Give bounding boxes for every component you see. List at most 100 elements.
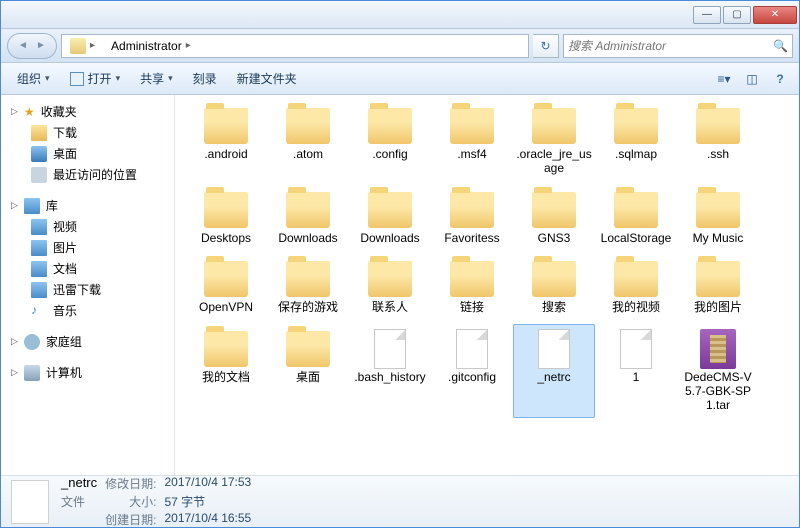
new-folder-button[interactable]: 新建文件夹 [229,66,305,91]
nav-back-forward[interactable]: ◄ ► [7,33,57,59]
address-bar[interactable]: ▸ Administrator ▸ [61,34,529,58]
file-item[interactable]: 1 [595,324,677,417]
file-item[interactable]: .atom [267,101,349,181]
file-item[interactable]: _netrc [513,324,595,417]
sidebar-item-downloads[interactable]: 下载 [1,122,174,143]
help-button[interactable]: ? [769,68,791,90]
organize-menu[interactable]: 组织▾ [9,66,58,91]
file-item[interactable]: OpenVPN [185,254,267,320]
folder-icon [696,192,740,228]
search-input[interactable] [568,39,773,53]
file-item[interactable]: Downloads [267,185,349,251]
nav-pane[interactable]: ▷★收藏夹 下载 桌面 最近访问的位置 ▷库 视频 图片 文档 迅雷下载 ♪音乐… [1,95,175,475]
recent-icon [31,167,47,183]
file-item[interactable]: .oracle_jre_usage [513,101,595,181]
close-button[interactable]: ✕ [753,6,797,24]
file-item-label: 桌面 [296,371,320,385]
file-item[interactable]: .sqlmap [595,101,677,181]
crumb-root[interactable]: ▸ [62,35,103,57]
folder-icon [450,261,494,297]
folder-icon [204,192,248,228]
file-icon [538,329,570,369]
sidebar-item-desktop[interactable]: 桌面 [1,143,174,164]
file-item[interactable]: 我的视频 [595,254,677,320]
file-icon [620,329,652,369]
archive-icon [700,329,736,369]
file-item-label: Desktops [201,232,251,246]
details-size-value: 57 字节 [164,493,251,510]
sidebar-favorites-header[interactable]: ▷★收藏夹 [1,101,174,122]
sidebar-item-recent[interactable]: 最近访问的位置 [1,164,174,185]
open-icon [70,72,84,86]
file-item[interactable]: .ssh [677,101,759,181]
file-item[interactable]: 我的文档 [185,324,267,417]
toolbar: 组织▾ 打开▾ 共享▾ 刻录 新建文件夹 ≡▾ ◫ ? [1,63,799,95]
file-item-label: 联系人 [372,301,408,315]
burn-button[interactable]: 刻录 [185,66,225,91]
maximize-button[interactable]: ▢ [723,6,751,24]
chevron-down-icon: ▾ [116,73,121,84]
star-icon: ★ [24,105,35,119]
file-item-label: .atom [293,148,323,162]
sidebar-computer-header[interactable]: ▷计算机 [1,362,174,383]
file-item-label: .gitconfig [448,371,496,385]
desktop-icon [31,146,47,162]
file-item[interactable]: LocalStorage [595,185,677,251]
user-folder-icon [70,38,86,54]
file-item-label: OpenVPN [199,301,253,315]
sidebar-item-videos[interactable]: 视频 [1,216,174,237]
file-item-label: _netrc [537,371,570,385]
file-item[interactable]: My Music [677,185,759,251]
file-item-label: Downloads [278,232,337,246]
back-icon: ◄ [18,40,28,51]
file-item[interactable]: Desktops [185,185,267,251]
sidebar-item-music[interactable]: ♪音乐 [1,300,174,321]
file-item[interactable]: DedeCMS-V5.7-GBK-SP1.tar [677,324,759,417]
folder-icon [204,261,248,297]
minimize-button[interactable]: — [693,6,721,24]
refresh-button[interactable]: ↻ [533,34,559,58]
sidebar-item-documents[interactable]: 文档 [1,258,174,279]
folder-icon [31,125,47,141]
file-item[interactable]: .bash_history [349,324,431,417]
file-item[interactable]: 搜索 [513,254,595,320]
file-item-label: My Music [693,232,744,246]
file-list[interactable]: .android .atom .config.msf4.oracle_jre_usa… [175,95,799,475]
file-item[interactable]: .gitconfig [431,324,513,417]
search-box[interactable]: 🔍 [563,34,793,58]
crumb-administrator[interactable]: Administrator ▸ [103,35,199,57]
file-item-label: LocalStorage [601,232,672,246]
sidebar-item-pictures[interactable]: 图片 [1,237,174,258]
file-item[interactable]: .msf4 [431,101,513,181]
folder-icon [696,261,740,297]
folder-icon [696,108,740,144]
file-item[interactable]: GNS3 [513,185,595,251]
chevron-right-icon: ▸ [90,40,95,51]
file-item[interactable]: .android [185,101,267,181]
file-icon [456,329,488,369]
file-item[interactable]: 保存的游戏 [267,254,349,320]
library-icon [24,198,40,214]
folder-icon [450,108,494,144]
open-menu[interactable]: 打开▾ [62,66,129,91]
file-item[interactable]: 链接 [431,254,513,320]
sidebar-libraries-header[interactable]: ▷库 [1,195,174,216]
file-item-label: 我的图片 [694,301,742,315]
file-item[interactable]: .config [349,101,431,181]
share-menu[interactable]: 共享▾ [132,66,181,91]
file-item[interactable]: Favoritess [431,185,513,251]
file-item[interactable]: 桌面 [267,324,349,417]
sidebar-item-xunlei[interactable]: 迅雷下载 [1,279,174,300]
file-item[interactable]: 联系人 [349,254,431,320]
file-item-label: Favoritess [444,232,499,246]
view-options-button[interactable]: ≡▾ [713,68,735,90]
file-item[interactable]: 我的图片 [677,254,759,320]
details-modified-value: 2017/10/4 17:53 [164,475,251,492]
sidebar-homegroup-header[interactable]: ▷家庭组 [1,331,174,352]
video-icon [31,219,47,235]
file-item[interactable]: Downloads [349,185,431,251]
folder-icon [286,108,330,144]
preview-pane-button[interactable]: ◫ [741,68,763,90]
folder-icon [204,331,248,367]
folder-icon [286,192,330,228]
